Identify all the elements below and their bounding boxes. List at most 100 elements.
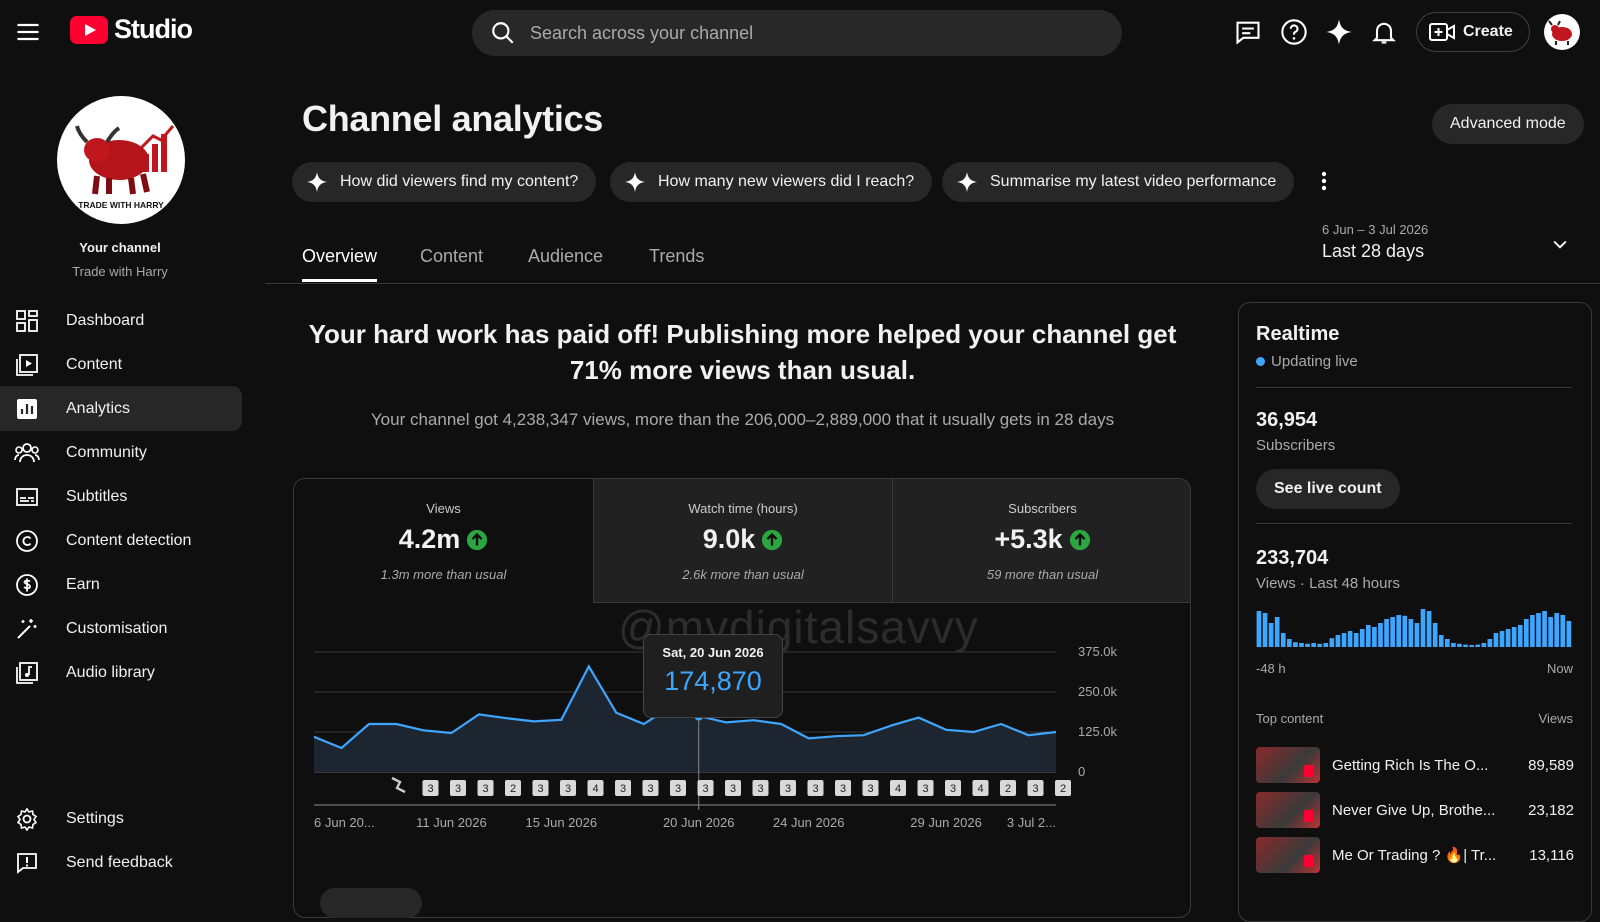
realtime-bar — [1365, 625, 1371, 647]
realtime-bar — [1451, 643, 1456, 647]
search-input[interactable] — [530, 22, 1050, 44]
sidebar: TRADE WITH HARRY Your channel Trade with… — [0, 64, 255, 900]
realtime-bar — [1438, 635, 1444, 647]
realtime-bar — [1317, 643, 1323, 647]
sidebar-item-label: Send feedback — [66, 853, 173, 871]
create-button[interactable]: Create — [1416, 12, 1530, 52]
realtime-bar-chart[interactable] — [1256, 605, 1572, 649]
realtime-bar — [1359, 629, 1365, 647]
realtime-axis-start: -48 h — [1256, 661, 1286, 676]
more-options-icon[interactable] — [1312, 166, 1336, 198]
realtime-bar — [1542, 611, 1547, 647]
dashboard-icon — [14, 308, 40, 334]
realtime-views-label: Views · Last 48 hours — [1256, 575, 1400, 592]
video-title: Me Or Trading ? 🔥| Tr... — [1332, 847, 1497, 864]
metric-label: Watch time (hours) — [688, 501, 798, 516]
y-tick-label: 0 — [1078, 764, 1085, 779]
see-more-button[interactable] — [320, 888, 422, 918]
metric-tab-watch-time[interactable]: Watch time (hours) 9.0k 2.6k more than u… — [593, 479, 892, 603]
channel-name: Trade with Harry — [72, 264, 168, 279]
sidebar-item-content[interactable]: Content — [0, 342, 242, 387]
realtime-bar — [1536, 613, 1541, 647]
upload-marker-count: 3 — [812, 783, 818, 795]
feedback-icon — [14, 850, 40, 876]
search-icon — [492, 22, 514, 44]
metric-tab-views[interactable]: Views 4.2m 1.3m more than usual — [294, 479, 593, 603]
upload-marker-count: 3 — [922, 783, 928, 795]
youtube-logo-icon — [70, 15, 108, 44]
audio-library-icon — [14, 660, 40, 686]
realtime-bar — [1353, 633, 1359, 647]
sidebar-item-community[interactable]: Community — [0, 430, 242, 475]
notification-bell-icon[interactable] — [1368, 16, 1400, 48]
message-icon[interactable] — [1232, 16, 1264, 48]
realtime-bar — [1493, 633, 1499, 647]
realtime-bar — [1323, 643, 1329, 647]
realtime-bar — [1384, 619, 1389, 647]
gear-icon — [14, 806, 40, 832]
sidebar-item-label: Settings — [66, 809, 124, 827]
analytics-icon — [14, 396, 40, 422]
sidebar-item-audio-library[interactable]: Audio library — [0, 650, 242, 695]
sidebar-item-settings[interactable]: Settings — [0, 796, 242, 841]
tab-trends[interactable]: Trends — [649, 246, 704, 279]
video-thumbnail — [1256, 747, 1320, 783]
top-content-row[interactable]: Me Or Trading ? 🔥| Tr... 13,116 — [1256, 837, 1574, 873]
upload-marker-count: 2 — [1060, 783, 1066, 795]
magic-wand-icon — [14, 616, 40, 642]
sidebar-item-send-feedback[interactable]: Send feedback — [0, 840, 242, 885]
chip-label: Summarise my latest video performance — [990, 173, 1277, 190]
tab-audience[interactable]: Audience — [528, 246, 603, 279]
search-bar[interactable] — [472, 10, 1122, 56]
divider — [1256, 523, 1572, 524]
tab-overview[interactable]: Overview — [302, 246, 378, 282]
see-live-count-button[interactable]: See live count — [1256, 469, 1400, 509]
realtime-status-text: Updating live — [1271, 353, 1358, 370]
metric-value: +5.3k — [994, 524, 1063, 554]
sidebar-item-earn[interactable]: Earn — [0, 562, 242, 607]
sidebar-item-customisation[interactable]: Customisation — [0, 606, 242, 651]
upload-marker-count: 3 — [840, 783, 846, 795]
subscribers-count: 36,954 — [1256, 409, 1318, 431]
help-icon[interactable] — [1278, 16, 1310, 48]
sidebar-item-dashboard[interactable]: Dashboard — [0, 298, 242, 343]
realtime-views-count: 233,704 — [1256, 547, 1329, 569]
sidebar-item-label: Customisation — [66, 619, 168, 637]
sparkle-icon[interactable] — [1323, 16, 1355, 48]
tab-content[interactable]: Content — [420, 246, 483, 279]
ask-chip-new-viewers[interactable]: How many new viewers did I reach? — [610, 162, 933, 202]
upload-marker-count: 3 — [427, 783, 433, 795]
metric-note: 1.3m more than usual — [380, 567, 507, 582]
top-content-row[interactable]: Never Give Up, Brothe... 23,182 — [1256, 792, 1574, 828]
sidebar-item-subtitles[interactable]: Subtitles — [0, 474, 242, 519]
realtime-bar — [1311, 643, 1316, 647]
shorts-icon — [391, 776, 406, 794]
create-video-icon — [1429, 23, 1455, 41]
realtime-bar — [1268, 623, 1274, 647]
upload-marker-count: 3 — [757, 783, 763, 795]
analytics-tabs: Overview Content Audience Trends — [265, 240, 1600, 284]
studio-logo[interactable]: Studio — [70, 14, 193, 45]
tooltip-date: Sat, 20 Jun 2026 — [662, 645, 764, 660]
upload-marker-count: 4 — [592, 783, 598, 795]
realtime-bar — [1487, 639, 1493, 647]
sidebar-item-content-detection[interactable]: Content detection — [0, 518, 242, 563]
realtime-bar — [1530, 615, 1535, 647]
advanced-mode-button[interactable]: Advanced mode — [1432, 104, 1584, 144]
realtime-bar — [1408, 619, 1414, 647]
ask-chip-viewers-find[interactable]: How did viewers find my content? — [292, 162, 597, 202]
top-content-row[interactable]: Getting Rich Is The O... 89,589 — [1256, 747, 1574, 783]
channel-avatar[interactable]: TRADE WITH HARRY — [57, 96, 185, 224]
account-avatar[interactable] — [1544, 14, 1580, 50]
sparkle-icon — [956, 171, 978, 193]
chip-label: How many new viewers did I reach? — [658, 173, 915, 190]
ask-chip-latest-video[interactable]: Summarise my latest video performance — [942, 162, 1295, 202]
sidebar-item-label: Content detection — [66, 531, 192, 549]
content-icon — [14, 352, 40, 378]
sidebar-item-label: Earn — [66, 575, 100, 593]
metric-tab-subscribers[interactable]: Subscribers +5.3k 59 more than usual — [892, 479, 1190, 603]
upload-marker-count: 4 — [977, 783, 983, 795]
menu-icon[interactable] — [14, 18, 42, 46]
sidebar-item-analytics[interactable]: Analytics — [0, 386, 242, 431]
community-icon — [14, 440, 40, 466]
